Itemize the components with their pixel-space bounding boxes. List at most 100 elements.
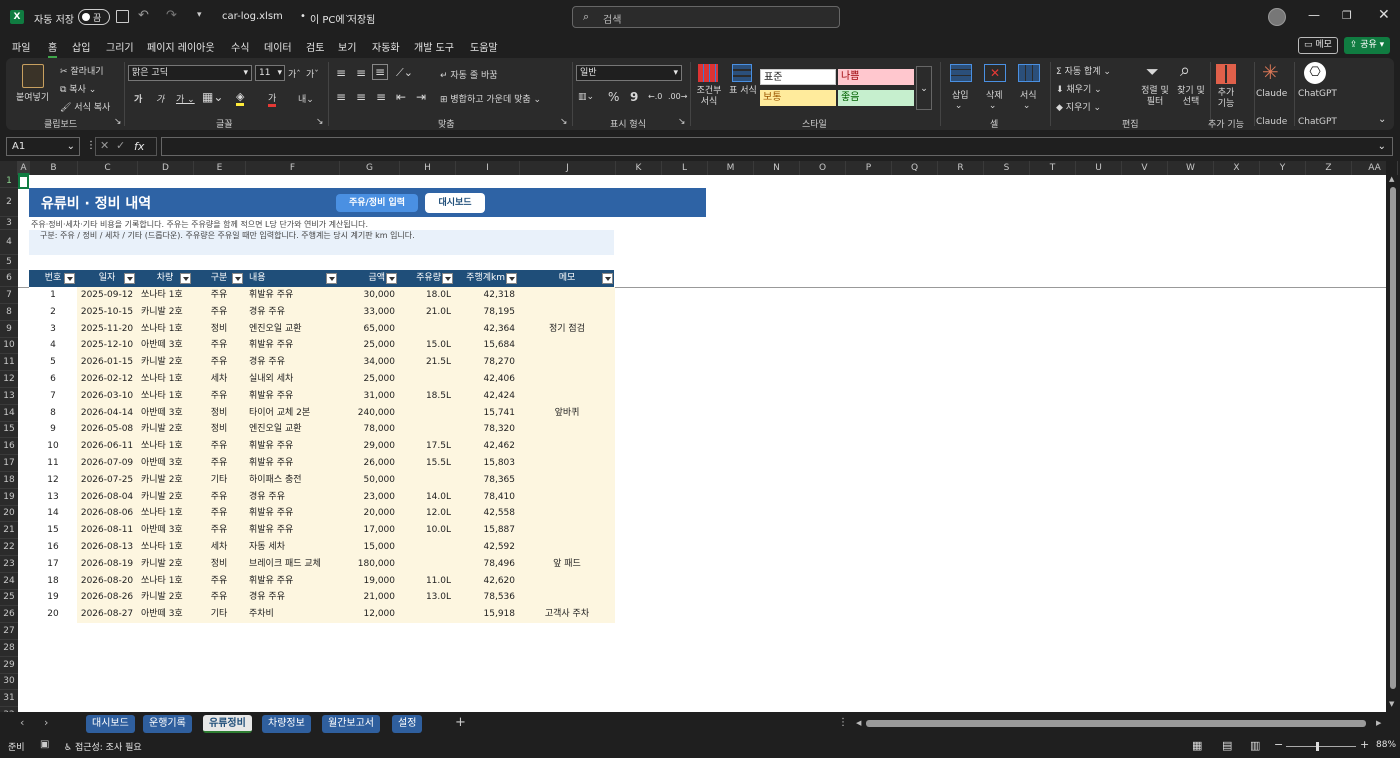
tab-help[interactable]: 도움말 (470, 39, 498, 54)
table-cell[interactable] (519, 589, 615, 606)
row-header-6[interactable]: 6 (0, 270, 18, 287)
delete-cells-icon[interactable]: ✕ (984, 64, 1006, 82)
row-header-16[interactable]: 16 (0, 438, 18, 456)
table-cell[interactable]: 19 (29, 589, 77, 606)
insert-cells-icon[interactable] (950, 64, 972, 82)
conditional-format-icon[interactable] (698, 64, 718, 82)
table-cell[interactable]: 78,320 (455, 421, 519, 438)
column-header-r[interactable]: R (938, 161, 984, 175)
column-header-j[interactable]: J (520, 161, 616, 175)
sheet-tab-settings[interactable]: 설정 (392, 715, 423, 733)
table-cell[interactable]: 쏘나타 1호 (137, 505, 193, 522)
column-header-p[interactable]: P (846, 161, 892, 175)
table-cell[interactable]: 78,496 (455, 556, 519, 573)
table-cell[interactable]: 경유 주유 (245, 354, 339, 371)
indent-decrease-icon[interactable]: ⇤ (396, 90, 406, 104)
table-cell[interactable] (519, 354, 615, 371)
tab-options-icon[interactable]: ⋮ (838, 717, 848, 728)
table-cell[interactable]: 78,195 (455, 304, 519, 321)
row-header-1[interactable]: 1 (0, 175, 18, 188)
table-cell[interactable]: 10.0L (399, 522, 455, 539)
undo-icon[interactable]: ↶ (138, 8, 149, 23)
italic-icon[interactable]: 가 (156, 92, 164, 105)
column-header-u[interactable]: U (1076, 161, 1122, 175)
table-cell[interactable]: 쏘나타 1호 (137, 371, 193, 388)
table-cell[interactable]: 33,000 (339, 304, 399, 321)
table-cell[interactable]: 31,000 (339, 388, 399, 405)
table-cell[interactable]: 정비 (193, 421, 245, 438)
align-left-icon[interactable]: ≡ (336, 90, 346, 104)
table-cell[interactable] (519, 438, 615, 455)
style-bad[interactable]: 나쁨 (838, 69, 914, 85)
table-cell[interactable]: 11 (29, 455, 77, 472)
table-cell[interactable] (519, 421, 615, 438)
row-header-20[interactable]: 20 (0, 505, 18, 523)
tab-data[interactable]: 데이터 (264, 39, 292, 54)
vertical-scrollbar[interactable]: ▲ ▼ (1386, 175, 1400, 712)
align-top-icon[interactable]: ≡ (336, 66, 346, 80)
align-right-icon[interactable]: ≡ (376, 90, 386, 104)
fill-color-icon[interactable]: ◈ (236, 90, 245, 106)
table-cell[interactable] (519, 489, 615, 506)
table-cell[interactable]: 78,410 (455, 489, 519, 506)
format-cells-button[interactable]: 서식 ⌄ (1020, 88, 1037, 111)
cut-button[interactable]: ✂ 잘라내기 (60, 64, 104, 77)
style-good[interactable]: 좋음 (838, 90, 914, 106)
table-cell[interactable]: 2026-04-14 (77, 405, 137, 422)
quick-access-dropdown-icon[interactable]: ▾ (197, 10, 202, 20)
table-cell[interactable]: 17,000 (339, 522, 399, 539)
table-cell[interactable]: 주유 (193, 455, 245, 472)
claude-icon[interactable]: ✳ (1262, 60, 1279, 84)
table-cell[interactable]: 아반떼 3호 (137, 522, 193, 539)
column-header-k[interactable]: K (616, 161, 662, 175)
row-header-13[interactable]: 13 (0, 388, 18, 405)
table-cell[interactable]: 13 (29, 489, 77, 506)
table-cell[interactable]: 21.0L (399, 304, 455, 321)
table-cell[interactable]: 2026-07-09 (77, 455, 137, 472)
table-cell[interactable]: 주유 (193, 337, 245, 354)
expand-icon[interactable]: ↘ (678, 117, 686, 127)
row-header-11[interactable]: 11 (0, 354, 18, 372)
table-cell[interactable]: 13.0L (399, 589, 455, 606)
table-cell[interactable]: 18.0L (399, 287, 455, 304)
close-icon[interactable]: ✕ (1378, 7, 1390, 23)
table-cell[interactable] (519, 287, 615, 304)
tab-review[interactable]: 검토 (306, 39, 324, 54)
table-cell[interactable] (519, 539, 615, 556)
table-cell[interactable]: 15,887 (455, 522, 519, 539)
table-cell[interactable] (519, 472, 615, 489)
filter-dropdown-icon[interactable] (232, 273, 243, 284)
column-header-l[interactable]: L (662, 161, 708, 175)
insert-cells-button[interactable]: 삽입 ⌄ (952, 88, 969, 111)
row-header-30[interactable]: 30 (0, 673, 18, 691)
table-cell[interactable]: 타이어 교체 2본 (245, 405, 339, 422)
table-cell[interactable]: 카니발 2호 (137, 489, 193, 506)
table-cell[interactable]: 카니발 2호 (137, 304, 193, 321)
redo-icon[interactable]: ↷ (166, 8, 177, 23)
table-cell[interactable]: 기타 (193, 472, 245, 489)
row-header-27[interactable]: 27 (0, 623, 18, 640)
sheet-tab-driving-log[interactable]: 운행기록 (143, 715, 192, 733)
row-header-26[interactable]: 26 (0, 606, 18, 624)
table-cell[interactable] (399, 405, 455, 422)
row-header-28[interactable]: 28 (0, 640, 18, 657)
sheet-tab-monthly-report[interactable]: 월간보고서 (322, 715, 380, 733)
row-header-29[interactable]: 29 (0, 657, 18, 674)
format-painter-button[interactable]: 🖌 서식 복사 (60, 100, 110, 113)
table-cell[interactable] (399, 556, 455, 573)
filter-dropdown-icon[interactable] (64, 273, 75, 284)
column-header-c[interactable]: C (78, 161, 138, 175)
table-cell[interactable]: 2025-11-20 (77, 321, 137, 338)
table-cell[interactable]: 주차비 (245, 606, 339, 623)
table-cell[interactable]: 앞바퀴 (519, 405, 615, 422)
table-cell[interactable]: 2026-01-15 (77, 354, 137, 371)
table-cell[interactable]: 14 (29, 505, 77, 522)
column-header-t[interactable]: T (1030, 161, 1076, 175)
memo-button[interactable]: ▭ 메모 (1298, 37, 1338, 54)
sort-filter-button[interactable]: 정렬 및 필터 (1138, 86, 1172, 108)
table-cell[interactable]: 카니발 2호 (137, 354, 193, 371)
row-header-12[interactable]: 12 (0, 371, 18, 388)
table-cell[interactable]: 주유 (193, 304, 245, 321)
table-cell[interactable] (519, 304, 615, 321)
table-cell[interactable]: 29,000 (339, 438, 399, 455)
